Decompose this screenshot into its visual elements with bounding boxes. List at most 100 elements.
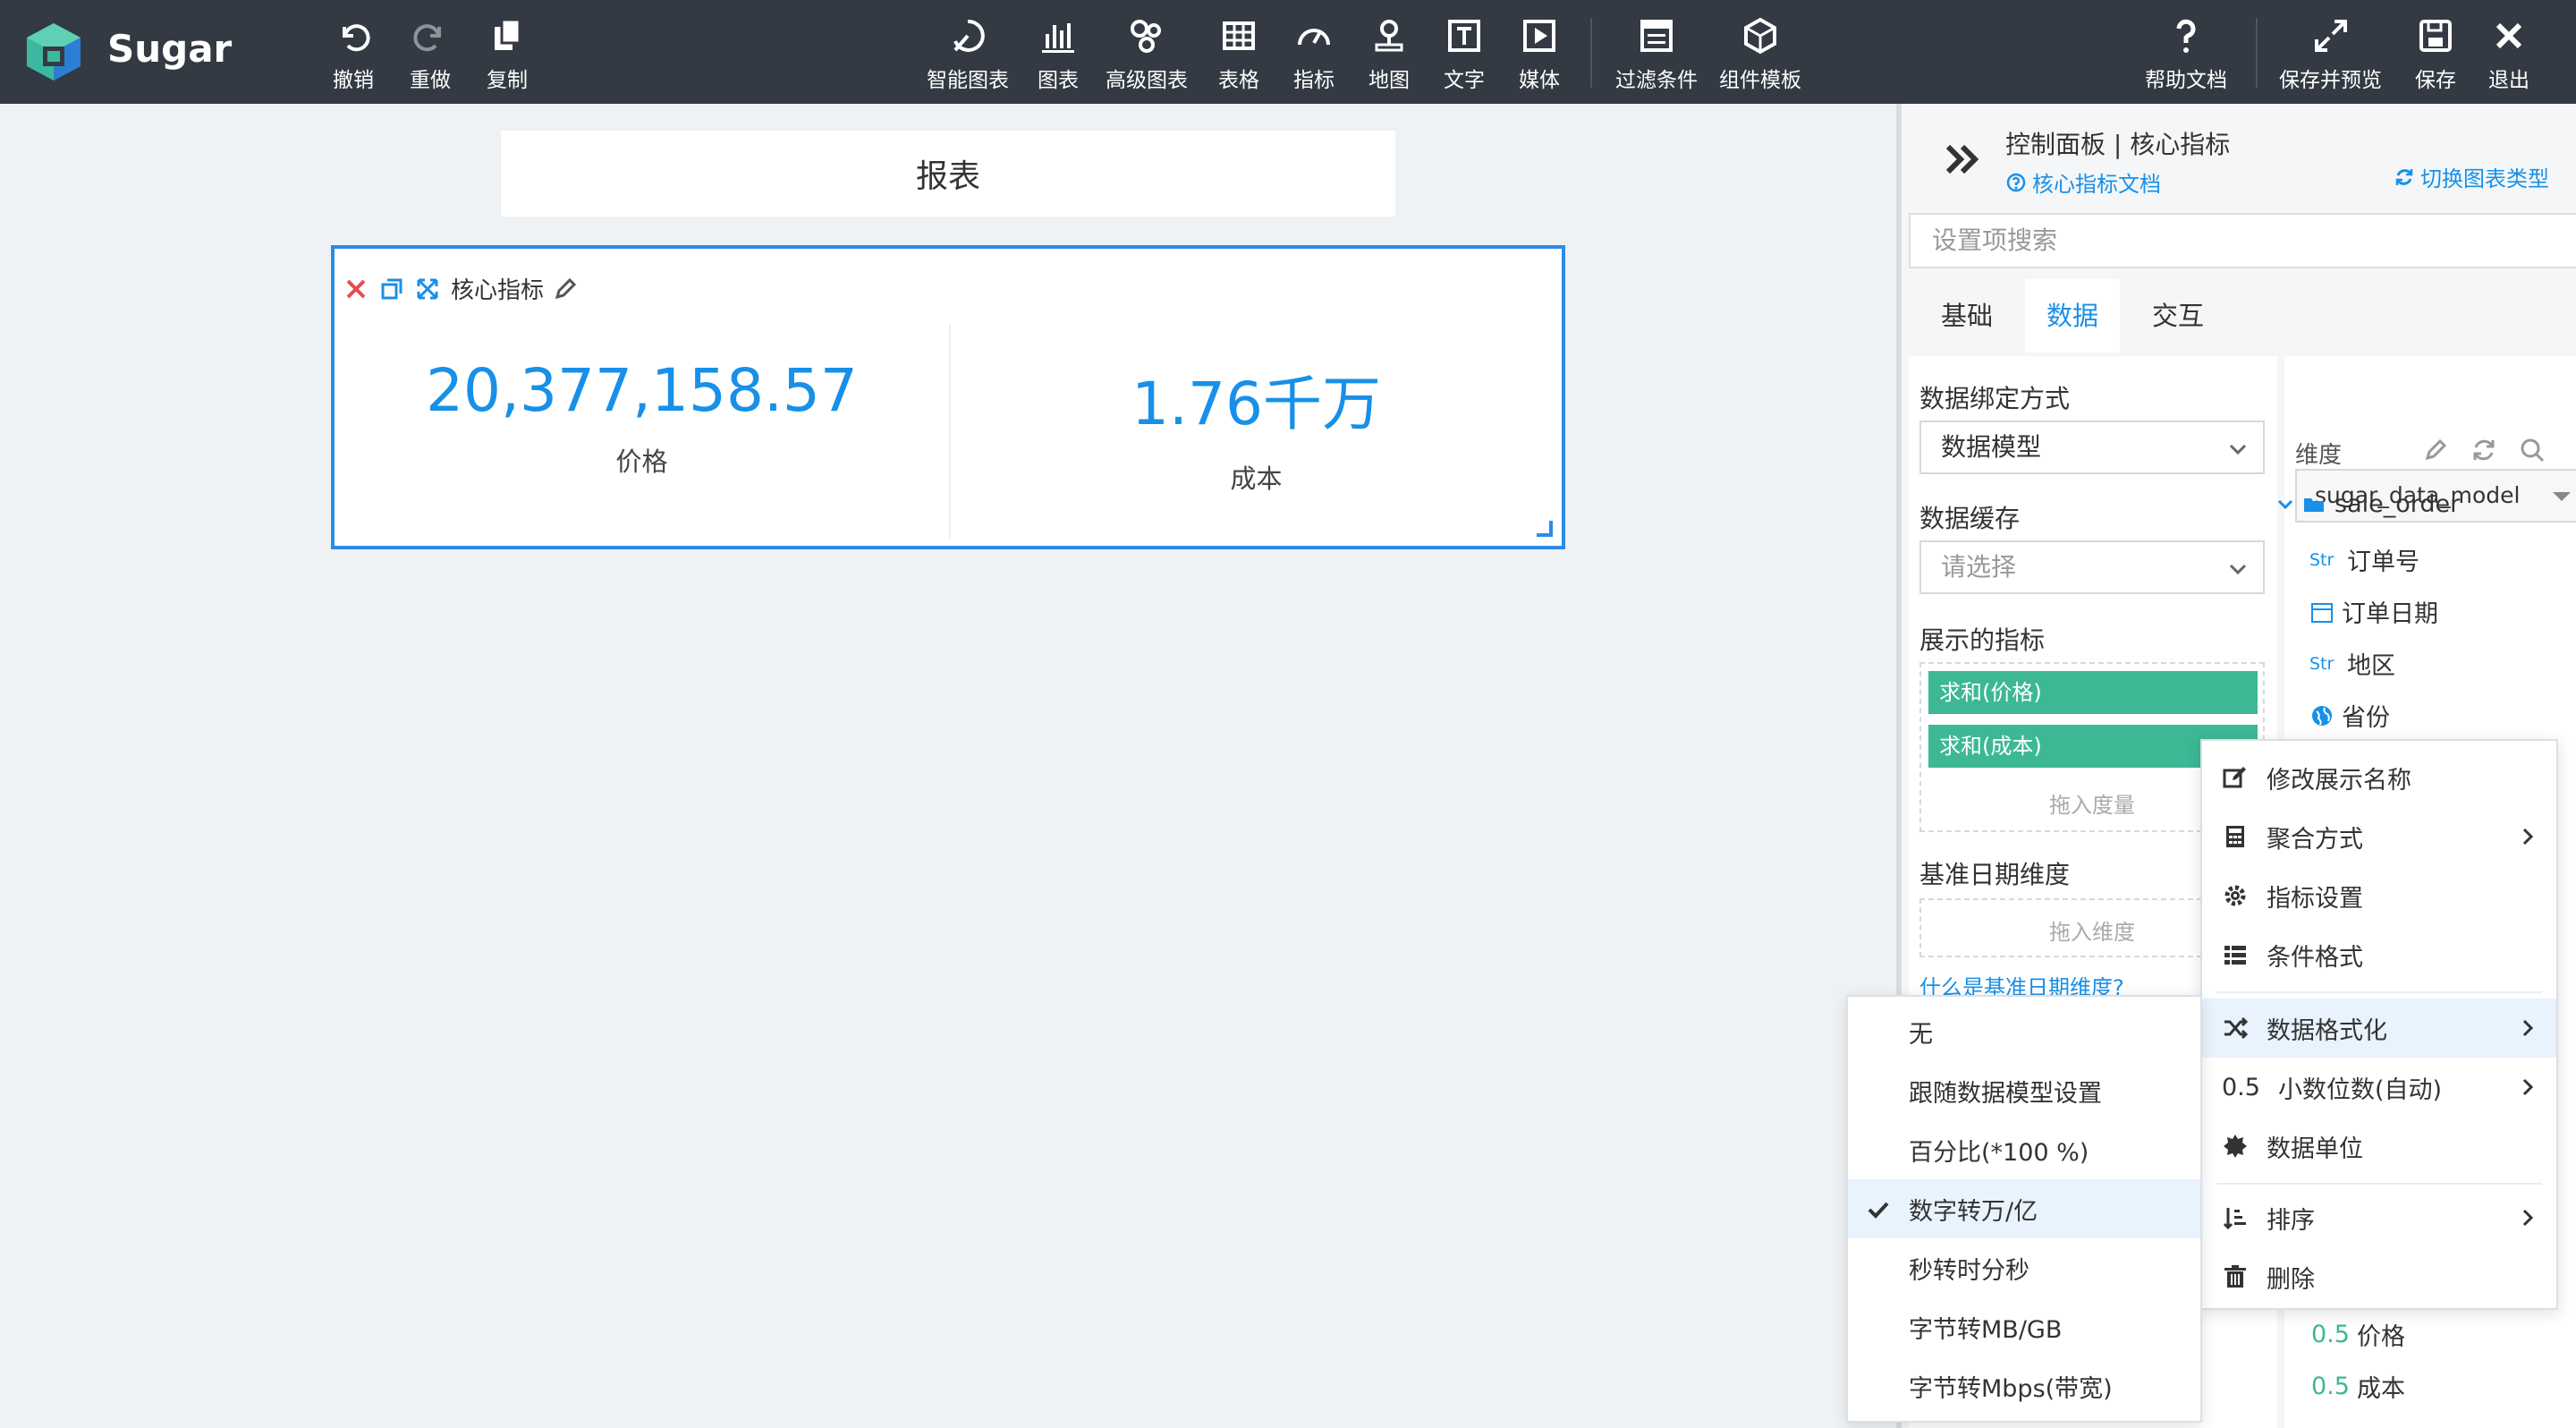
table-button[interactable]: 表格 (1218, 16, 1259, 93)
switch-chart-type-label: 切换图表类型 (2420, 166, 2549, 191)
cube-icon (1744, 17, 1776, 55)
chevron-right-icon (2522, 828, 2534, 846)
caret-down-icon (2553, 492, 2571, 501)
search-icon[interactable] (2519, 437, 2546, 463)
chart-button[interactable]: 图表 (1038, 16, 1079, 93)
undo-button[interactable]: 撤销 (333, 16, 374, 93)
checkmark-icon (1868, 1202, 1889, 1219)
decimal-icon: 0.5 (2222, 1074, 2260, 1101)
settings-search-input[interactable]: 设置项搜索 (1909, 213, 2576, 268)
kpi-item: 1.76千万 成本 (951, 320, 1562, 544)
filter-button[interactable]: 过滤条件 (1615, 16, 1698, 93)
copy-button[interactable]: 复制 (487, 16, 528, 93)
measure-item[interactable]: 0.5 价格 (2311, 1317, 2405, 1352)
chevron-down-icon (2277, 499, 2293, 509)
help-button[interactable]: 帮助文档 (2145, 16, 2227, 93)
calendar-icon (2311, 602, 2333, 623)
format-option[interactable]: 秒转时分秒 (1848, 1238, 2200, 1297)
format-option[interactable]: 百分比(*100 %) (1848, 1120, 2200, 1179)
save-preview-button[interactable]: 保存并预览 (2279, 16, 2382, 93)
fullscreen-icon[interactable] (415, 276, 440, 302)
media-button[interactable]: 媒体 (1519, 16, 1560, 93)
cache-label: 数据缓存 (1919, 504, 2021, 533)
pencil-icon[interactable] (2422, 437, 2449, 463)
menu-item-metric-settings[interactable]: 指标设置 (2202, 866, 2556, 925)
field-item[interactable]: 省份 (2309, 698, 2390, 733)
exit-button[interactable]: 退出 (2488, 16, 2529, 93)
field-name: 订单日期 (2342, 600, 2438, 628)
field-item[interactable]: Str 地区 (2309, 646, 2395, 681)
metric-pill[interactable]: 求和(价格) (1928, 671, 2258, 714)
field-item[interactable]: Str 订单号 (2309, 542, 2419, 577)
menu-item-delete[interactable]: 删除 (2202, 1247, 2556, 1306)
field-item[interactable]: 订单日期 (2309, 594, 2438, 629)
save-preview-label: 保存并预览 (2279, 69, 2382, 92)
format-option-label: 字节转MB/GB (1909, 1315, 2063, 1344)
menu-item-data-unit[interactable]: 数据单位 (2202, 1117, 2556, 1176)
menu-item-sort[interactable]: 排序 (2202, 1188, 2556, 1247)
menu-item-decimals[interactable]: 0.5 小数位数(自动) (2202, 1058, 2556, 1117)
save-button[interactable]: 保存 (2415, 16, 2456, 93)
cache-select[interactable]: 请选择 (1919, 540, 2265, 594)
doc-link[interactable]: 核心指标文档 (2005, 166, 2161, 198)
top-toolbar: Sugar 撤销 重做 复制 智能图表 图表 高级图表 表格 指标 地图 文字 (0, 0, 2576, 104)
kpi-card[interactable]: 核心指标 20,377,158.57 价格 1.76千万 成本 (331, 245, 1565, 549)
tab-data[interactable]: 数据 (2025, 279, 2121, 353)
binding-select[interactable]: 数据模型 (1919, 421, 2265, 474)
resize-handle[interactable] (1537, 521, 1553, 537)
list-icon (2224, 946, 2246, 965)
report-title-block[interactable]: 报表 (501, 131, 1395, 217)
menu-item-rename[interactable]: 修改展示名称 (2202, 748, 2556, 807)
binding-select-value: 数据模型 (1941, 432, 2042, 462)
format-option[interactable]: 字节转MB/GB (1848, 1297, 2200, 1356)
duplicate-icon[interactable] (379, 276, 404, 302)
menu-item-data-format[interactable]: 数据格式化 (2202, 999, 2556, 1058)
menu-item-conditional-format[interactable]: 条件格式 (2202, 925, 2556, 984)
table-label: 表格 (1218, 69, 1259, 92)
doc-link-label: 核心指标文档 (2032, 172, 2161, 197)
text-button[interactable]: 文字 (1444, 16, 1485, 93)
chevron-down-icon (2229, 564, 2247, 575)
format-option-selected[interactable]: 数字转万/亿 (1848, 1179, 2200, 1238)
redo-label: 重做 (410, 69, 451, 92)
advanced-chart-label: 高级图表 (1106, 69, 1188, 92)
measure-item[interactable]: 0.5 成本 (2311, 1369, 2405, 1404)
field-name: 省份 (2342, 704, 2390, 732)
format-option-label: 秒转时分秒 (1909, 1256, 2029, 1285)
chevron-right-icon (2522, 1209, 2534, 1227)
refresh-icon[interactable] (2470, 437, 2497, 463)
toolbar-divider (2256, 18, 2258, 88)
smart-chart-button[interactable]: 智能图表 (927, 16, 1009, 93)
gear-icon (2224, 885, 2246, 906)
advanced-chart-button[interactable]: 高级图表 (1106, 16, 1188, 93)
pencil-icon[interactable] (553, 276, 578, 302)
panel-tabs: 基础 数据 交互 (1909, 279, 2576, 353)
metric-button[interactable]: 指标 (1293, 16, 1335, 93)
switch-chart-type-link[interactable]: 切换图表类型 (2394, 161, 2549, 192)
tab-basic[interactable]: 基础 (1919, 279, 2014, 353)
shuffle-icon (2224, 1016, 2249, 1040)
data-format-submenu: 无 跟随数据模型设置 百分比(*100 %) 数字转万/亿 秒转时分秒 字节转M… (1846, 995, 2202, 1423)
map-button[interactable]: 地图 (1368, 16, 1410, 93)
chart-label: 图表 (1038, 69, 1079, 92)
help-label: 帮助文档 (2145, 69, 2227, 92)
date-dim-label: 基准日期维度 (1919, 860, 2071, 889)
tree-folder[interactable]: sale_order (2275, 490, 2460, 518)
tree-folder-label: sale_order (2334, 490, 2461, 518)
delete-icon[interactable] (343, 276, 369, 302)
smart-chart-label: 智能图表 (927, 69, 1009, 92)
component-template-button[interactable]: 组件模板 (1719, 16, 1801, 93)
format-option[interactable]: 字节转Mbps(带宽) (1848, 1356, 2200, 1415)
redo-button[interactable]: 重做 (410, 16, 451, 93)
menu-item-aggregation[interactable]: 聚合方式 (2202, 807, 2556, 866)
string-type-icon: Str (2309, 549, 2334, 570)
binding-label: 数据绑定方式 (1919, 384, 2071, 413)
bar-chart-icon (1042, 23, 1074, 53)
format-option[interactable]: 跟随数据模型设置 (1848, 1061, 2200, 1120)
field-name: 地区 (2347, 652, 2395, 680)
media-label: 媒体 (1519, 69, 1560, 92)
format-option[interactable]: 无 (1848, 1002, 2200, 1061)
tab-interaction[interactable]: 交互 (2131, 279, 2225, 353)
number-type-icon: 0.5 (2311, 1373, 2350, 1400)
double-chevron-right-icon[interactable] (1941, 138, 1984, 181)
